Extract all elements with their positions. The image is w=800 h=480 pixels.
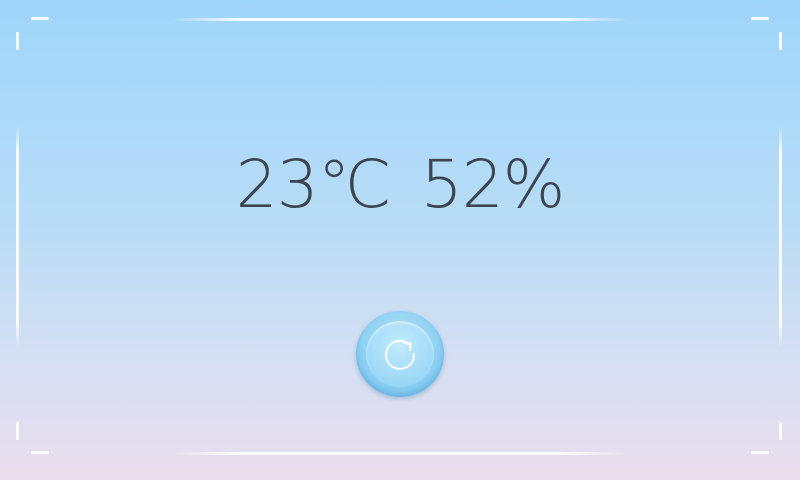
frame-line-bottom: [172, 452, 628, 455]
frame-corner-bottom-left-v: [16, 422, 19, 440]
frame-corner-top-left-h: [31, 17, 49, 20]
humidity-value: 52%: [420, 146, 566, 223]
frame-line-top: [172, 18, 628, 21]
refresh-button[interactable]: [356, 311, 444, 397]
climate-readout: 23℃ 52%: [0, 143, 800, 227]
temperature-value: 23℃: [235, 146, 392, 223]
refresh-icon: [385, 339, 416, 370]
frame-corner-bottom-left-h: [31, 451, 49, 454]
frame-corner-bottom-right-h: [751, 451, 769, 454]
frame-corner-bottom-right-v: [779, 422, 782, 440]
frame-corner-top-right-v: [779, 32, 782, 50]
frame-corner-top-right-h: [751, 17, 769, 20]
frame-corner-top-left-v: [16, 32, 19, 50]
